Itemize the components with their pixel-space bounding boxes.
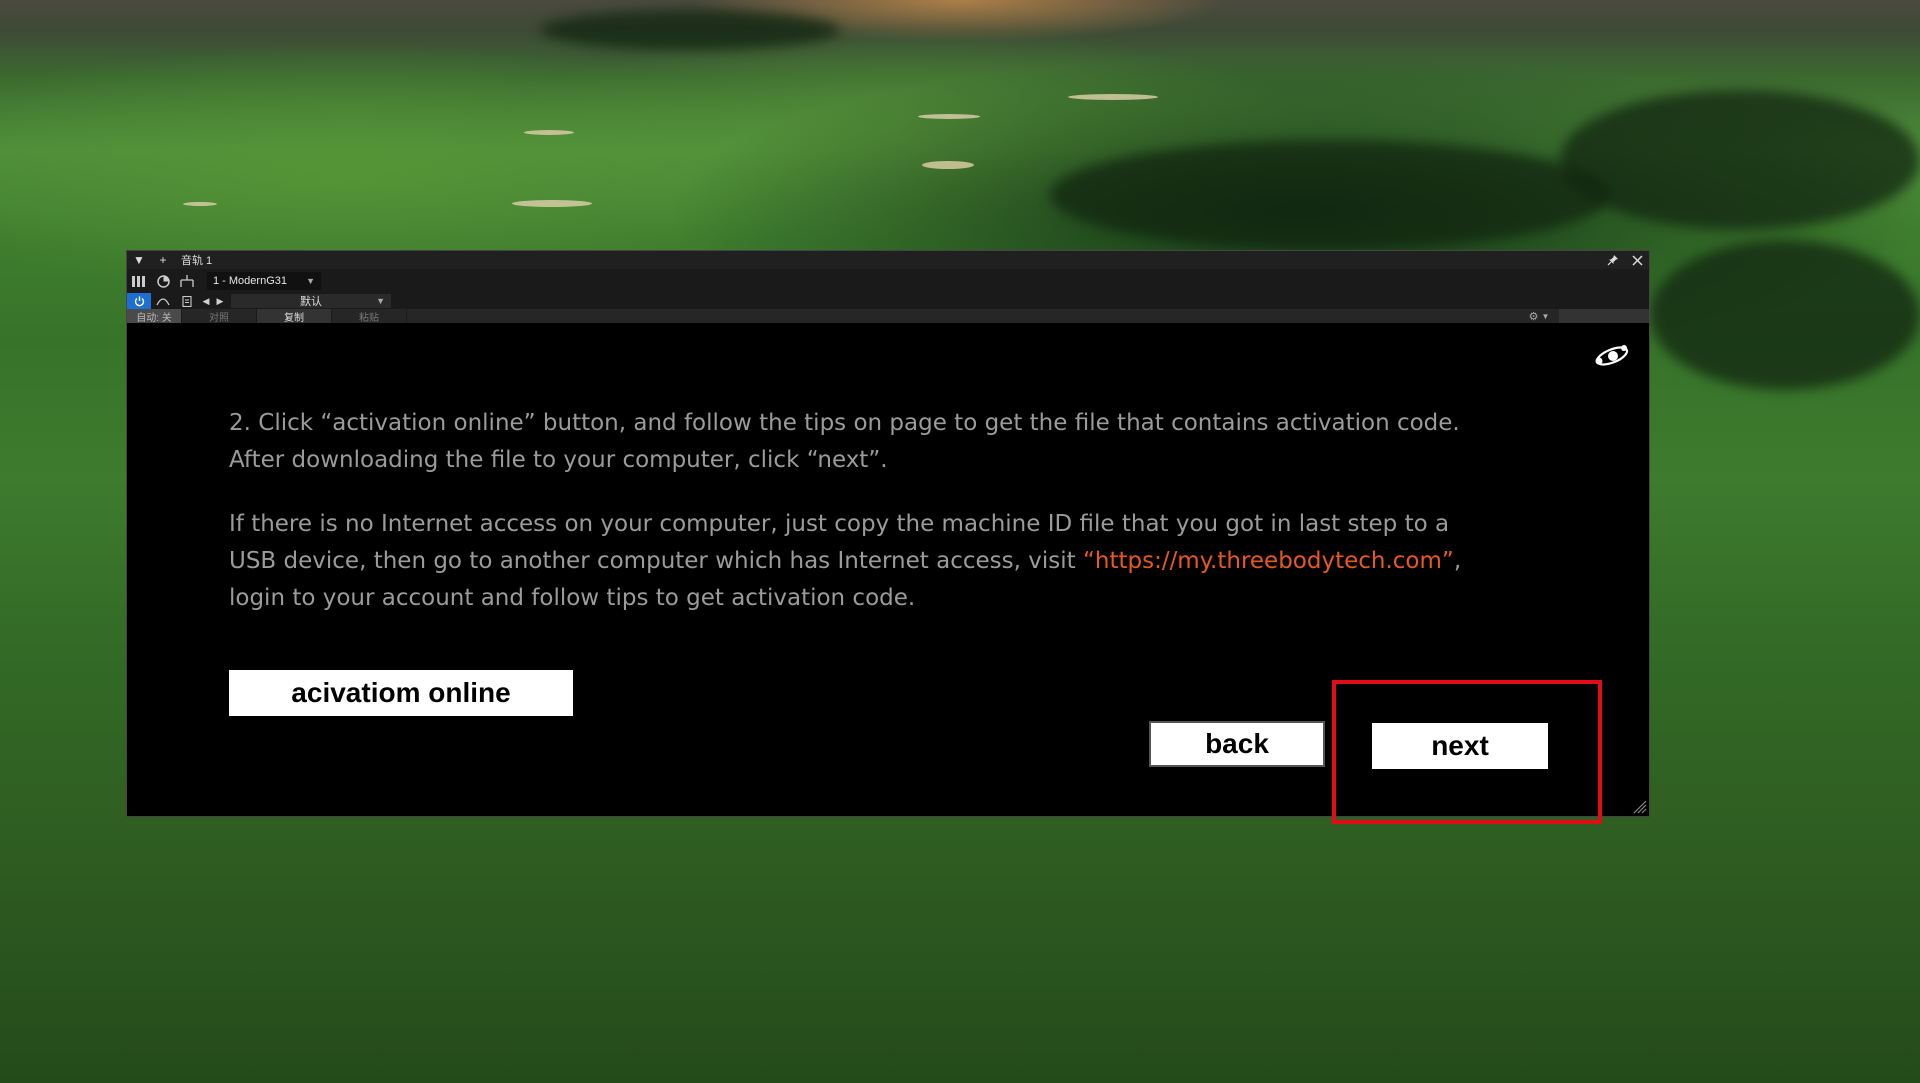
add-icon[interactable]: + — [151, 251, 175, 269]
plugin-window: ▼ + 音轨 1 1 - ModernG31 ▼ ◀ ▶ 默认 ▼ 自动: 关 … — [126, 250, 1650, 824]
edit-toolbar: 自动: 关 对照 复制 粘贴 ⚙ ▼ — [127, 309, 1649, 324]
chevron-down-icon: ▼ — [306, 276, 315, 286]
next-button[interactable]: next — [1372, 723, 1548, 769]
auto-toggle[interactable]: 自动: 关 — [127, 309, 182, 324]
pond — [1068, 94, 1158, 100]
resize-grip-icon[interactable] — [1631, 798, 1647, 814]
activation-dialog: 2. Click “activation online” button, and… — [127, 323, 1649, 824]
pond — [524, 130, 574, 135]
pond — [922, 161, 974, 169]
program-name: 默认 — [300, 296, 322, 308]
pin-icon[interactable] — [1601, 251, 1625, 269]
tree-line — [1050, 140, 1610, 250]
circle-icon[interactable] — [151, 271, 175, 291]
routing-icon[interactable] — [175, 271, 199, 291]
tree-line — [1650, 240, 1920, 390]
offline-instructions: If there is no Internet access on your c… — [229, 506, 1489, 617]
preset-select[interactable]: 1 - ModernG31 ▼ — [207, 272, 321, 290]
program-toolbar: ◀ ▶ 默认 ▼ — [127, 293, 1649, 309]
back-button[interactable]: back — [1149, 721, 1325, 767]
preset-toolbar: 1 - ModernG31 ▼ — [127, 269, 1649, 293]
window-titlebar: ▼ + 音轨 1 — [127, 251, 1649, 269]
close-icon[interactable] — [1625, 251, 1649, 269]
collapse-arrow-icon[interactable]: ▼ — [127, 251, 151, 269]
power-icon[interactable] — [127, 293, 151, 309]
bars-icon[interactable] — [127, 271, 151, 291]
program-select[interactable]: 默认 ▼ — [231, 294, 391, 308]
pond — [512, 200, 592, 207]
activation-online-button[interactable]: acivatiom online — [229, 670, 573, 716]
paste-button[interactable]: 粘贴 — [332, 309, 407, 324]
brand-logo-icon — [1591, 341, 1633, 371]
window-title: 音轨 1 — [181, 255, 213, 267]
step2-instructions: 2. Click “activation online” button, and… — [229, 410, 1460, 473]
compare-button[interactable]: 对照 — [182, 309, 257, 324]
pond — [183, 202, 217, 206]
preset-name: 1 - ModernG31 — [213, 275, 287, 287]
activation-site-link[interactable]: “https://my.threebodytech.com” — [1083, 548, 1454, 574]
page-icon[interactable] — [175, 291, 199, 311]
chevron-down-icon: ▼ — [376, 296, 385, 306]
tree-line — [540, 10, 840, 50]
gear-icon[interactable]: ⚙ ▼ — [1519, 309, 1559, 323]
tree-line — [1560, 90, 1920, 230]
pond — [918, 114, 980, 119]
copy-button[interactable]: 复制 — [257, 309, 332, 324]
toolbar-blank — [1559, 309, 1649, 323]
